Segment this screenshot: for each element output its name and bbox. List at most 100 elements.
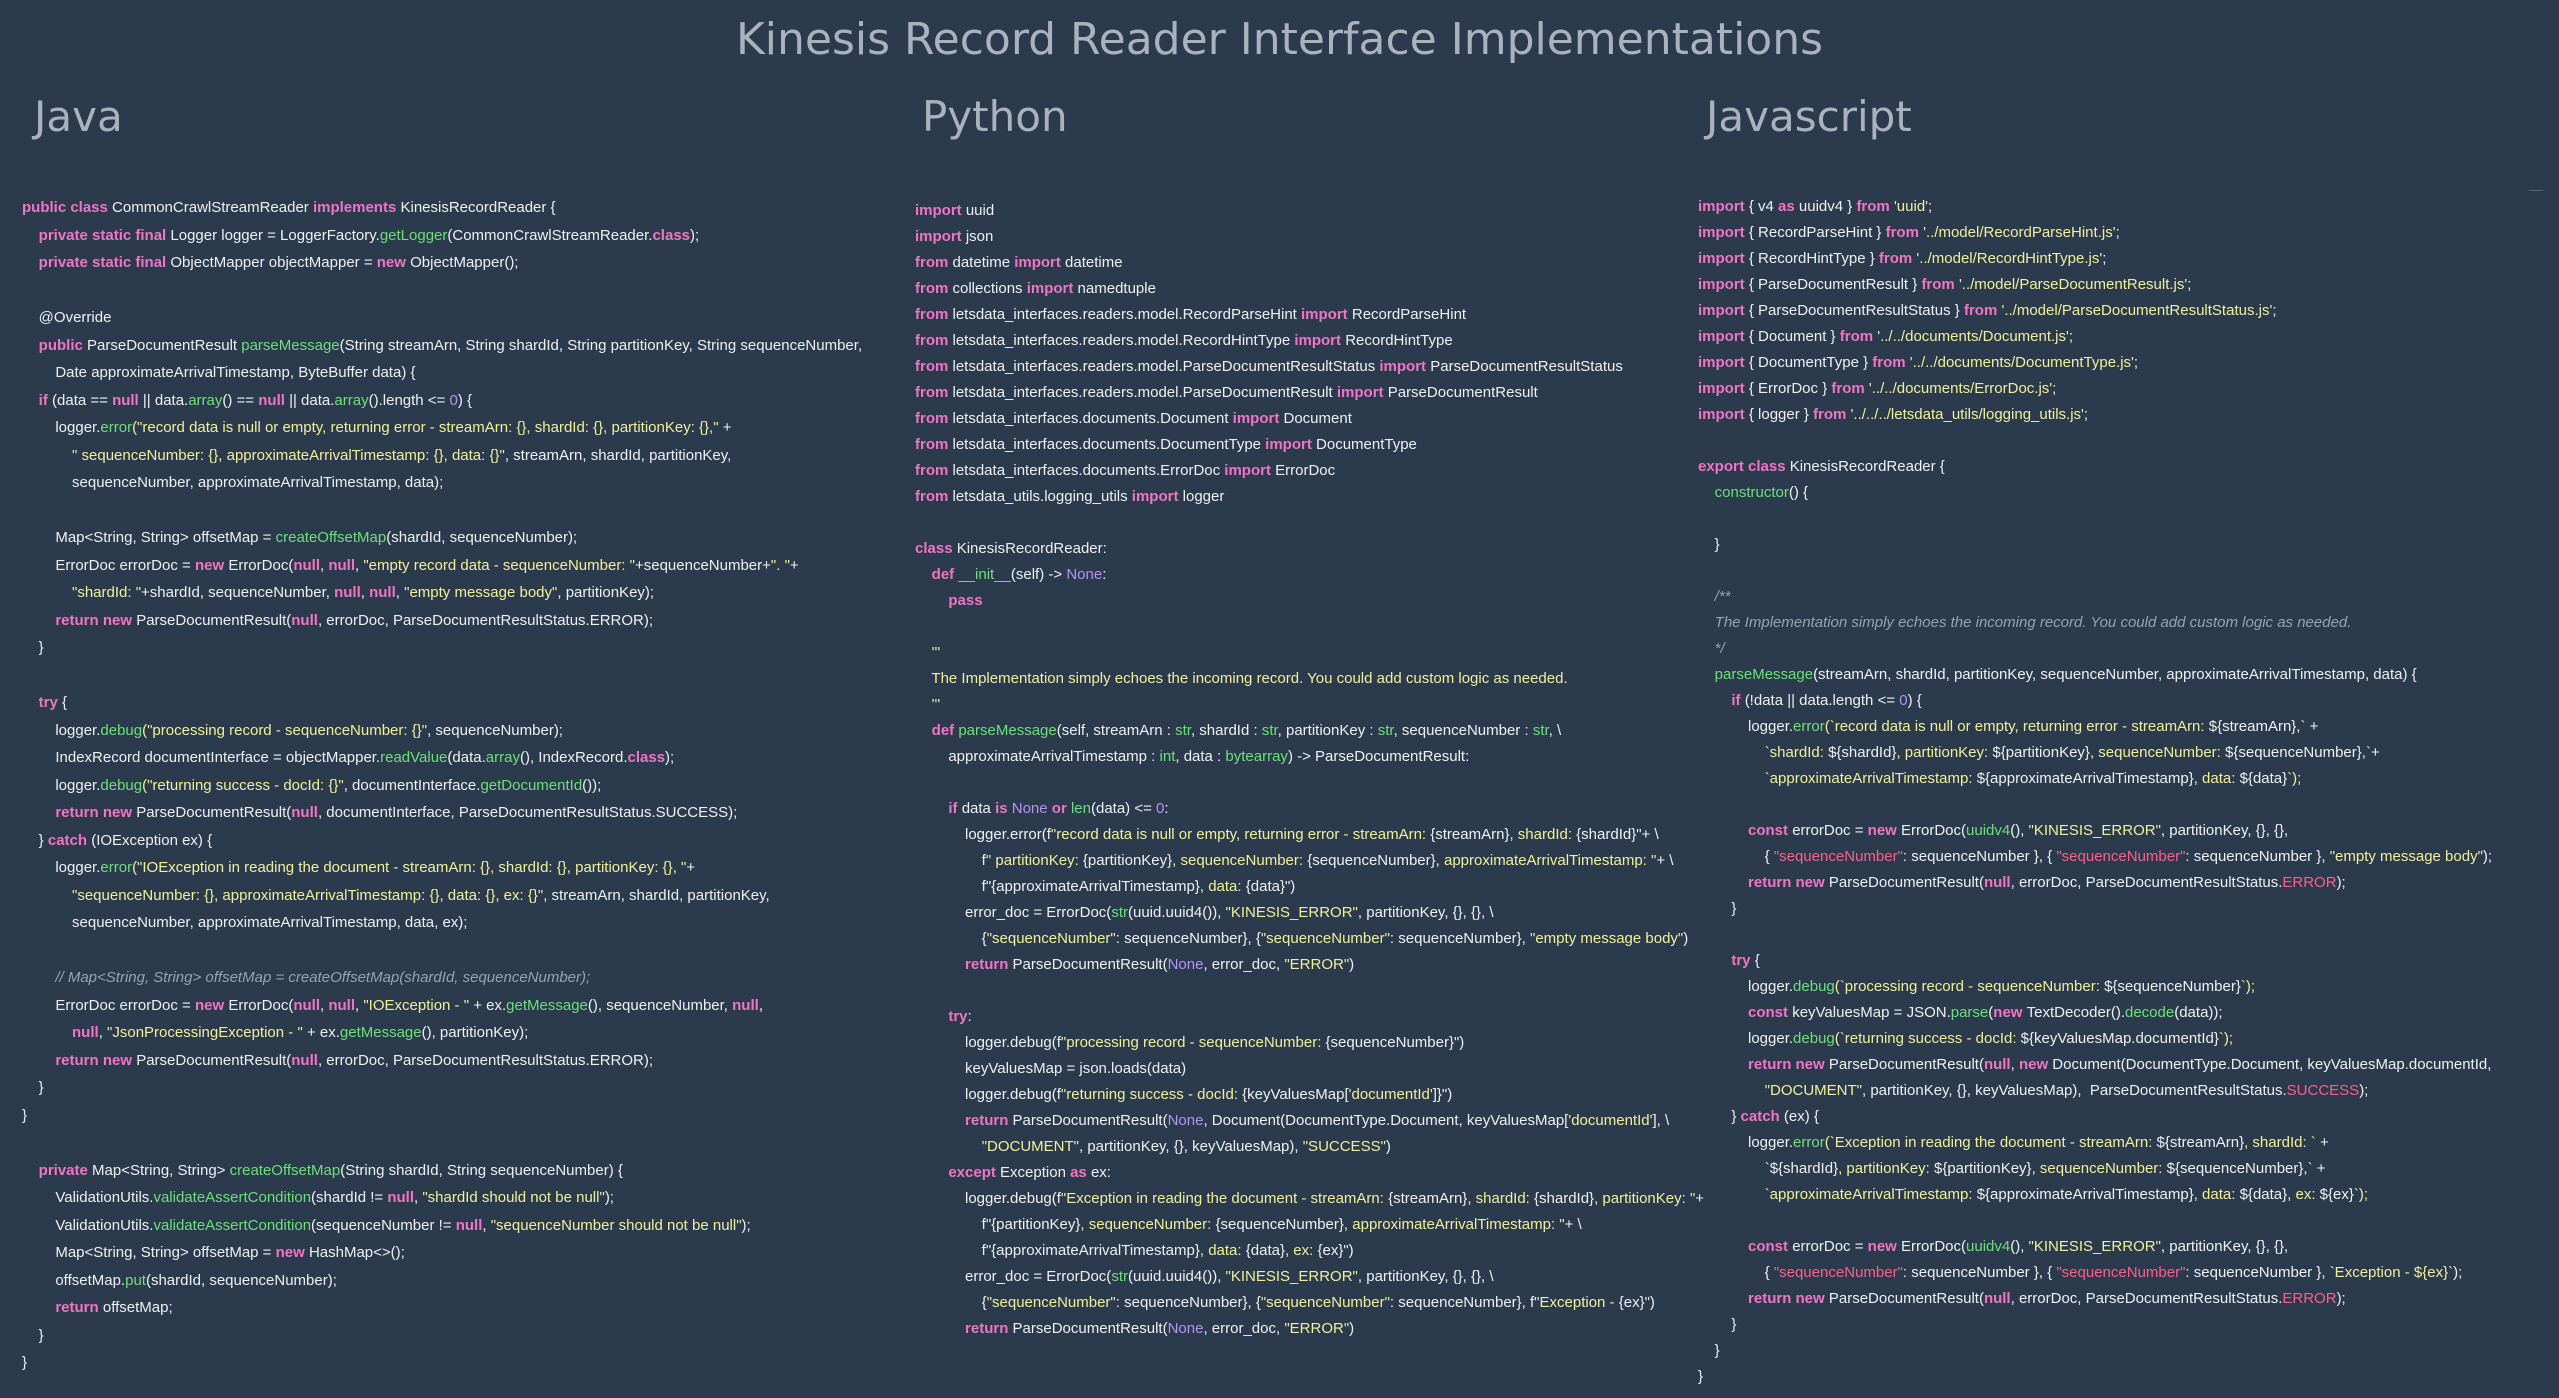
code-token: '../../documents/Document.js' <box>1877 328 2069 345</box>
code-line: { "sequenceNumber": sequenceNumber }, { … <box>1698 844 2492 870</box>
code-token: ParseDocumentResult( <box>1012 956 1168 973</box>
code-token: error <box>1793 1134 1825 1151</box>
code-token: HashMap<>(); <box>308 1244 405 1261</box>
code-token: + \ <box>1564 1216 1582 1233</box>
code-token: sequenceNumber, approximateArrivalTimest… <box>22 914 468 931</box>
code-line: private static final Logger logger = Log… <box>22 222 862 250</box>
code-token: {data} <box>1245 1242 1285 1259</box>
code-token: , sequenceNumber: <box>2031 1160 2167 1177</box>
code-line: import { ErrorDoc } from '../../document… <box>1698 376 2492 402</box>
code-token: '../model/RecordParseHint.js' <box>1923 224 2116 241</box>
code-token: "empty message body" <box>404 584 558 601</box>
code-token: new <box>1993 1004 2027 1021</box>
code-token: logger.error(f <box>915 826 1051 843</box>
code-token: from <box>915 436 953 453</box>
code-token: (uuid.uuid4()), <box>1127 904 1226 921</box>
code-line: { "sequenceNumber": sequenceNumber }, { … <box>1698 1260 2492 1286</box>
code-token: parseMessage <box>958 722 1057 739</box>
code-token: ) <box>1683 930 1689 947</box>
code-token: ); <box>741 1216 751 1234</box>
code-token: RecordParseHint <box>1351 306 1467 323</box>
code-token: return new <box>1748 1290 1829 1307</box>
code-token: parse <box>1950 1004 1989 1021</box>
code-token: approximateArrivalTimestamp : <box>915 748 1160 765</box>
code-token: { <box>1754 952 1760 969</box>
code-token: logger. <box>1698 1030 1794 1047</box>
code-token: getDocumentId <box>480 776 583 794</box>
code-token: errorDoc = <box>1792 822 1868 839</box>
code-token: datetime <box>952 254 1015 271</box>
code-token: (`record data is null or empty, returnin… <box>1824 718 2209 735</box>
code-token: import <box>1698 198 1749 215</box>
code-token: from <box>915 384 953 401</box>
code-token: return new <box>55 804 137 821</box>
code-line: } catch (ex) { <box>1698 1104 2492 1130</box>
code-token: null <box>258 391 290 409</box>
code-token: '../../documents/DocumentType.js' <box>1909 354 2134 371</box>
code-line: } <box>22 1349 862 1377</box>
code-token: None <box>1066 566 1103 583</box>
code-token: validateAssertCondition <box>153 1189 312 1206</box>
code-token: from <box>1813 406 1851 423</box>
code-token: "empty message body" <box>1530 930 1684 947</box>
code-line: offsetMap.put(shardId, sequenceNumber); <box>22 1267 862 1295</box>
code-token: (sequenceNumber != <box>311 1216 456 1234</box>
code-token: {streamArn} <box>1388 1190 1468 1207</box>
code-token: '../../../letsdata_utils/logging_utils.j… <box>1850 406 2084 423</box>
code-token: ValidationUtils. <box>22 1189 154 1206</box>
code-token: The Implementation simply echoes the inc… <box>1698 614 2352 631</box>
code-token: str <box>1377 722 1394 739</box>
code-line: error_doc = ErrorDoc(str(uuid.uuid4()), … <box>915 1264 1704 1290</box>
code-token: null <box>334 584 361 601</box>
code-token: from <box>915 358 953 375</box>
code-token: from <box>915 488 953 505</box>
code-line: from letsdata_interfaces.documents.Error… <box>915 458 1704 484</box>
code-token: class <box>627 749 666 766</box>
code-token: collections <box>952 280 1027 297</box>
code-token: , data: <box>1199 1242 1246 1259</box>
code-line: {"sequenceNumber": sequenceNumber}, {"se… <box>915 926 1704 952</box>
code-line: logger.debug(f"returning success - docId… <box>915 1082 1704 1108</box>
code-token: , errorDoc, ParseDocumentResultStatus. <box>2010 1290 2283 1307</box>
code-token: ${partitionKey} <box>1992 744 2090 761</box>
code-line: import { ParseDocumentResult } from '../… <box>1698 272 2492 298</box>
code-token: array <box>485 749 520 766</box>
code-token: from <box>1963 302 2002 319</box>
code-token: : sequenceNumber}, <box>1389 930 1531 947</box>
code-token: ()); <box>582 776 602 794</box>
code-token: `approximateArrivalTimestamp: <box>1764 1186 1977 1203</box>
code-token: (), sequenceNumber, <box>587 996 733 1014</box>
code-line: from letsdata_utils.logging_utils import… <box>915 484 1704 510</box>
code-token: ().length <= <box>368 391 450 409</box>
code-token: "KINESIS_ERROR" <box>1225 1268 1358 1285</box>
code-token: , shardId: <box>1509 826 1577 843</box>
code-token: ParseDocumentResult( <box>136 804 292 821</box>
code-line: } <box>22 1074 862 1102</box>
code-token: `); <box>2287 770 2302 787</box>
code-token: , partitionKey, {}, keyValuesMap), Parse… <box>1862 1082 2287 1099</box>
code-token: private <box>38 1161 93 1179</box>
code-token: getMessage <box>339 1024 422 1041</box>
code-line: from letsdata_interfaces.readers.model.P… <box>915 380 1704 406</box>
code-token: logger. <box>22 859 101 876</box>
code-token: IndexRecord documentInterface = objectMa… <box>22 749 381 766</box>
code-token: ParseDocumentResult( <box>1012 1320 1168 1337</box>
code-token: +shardId, sequenceNumber, <box>141 584 335 601</box>
code-token: + <box>2315 1134 2329 1151</box>
code-token: "DOCUMENT" <box>1764 1082 1862 1099</box>
code-token: (), IndexRecord. <box>519 749 628 766</box>
code-token: ''' <box>931 644 941 661</box>
